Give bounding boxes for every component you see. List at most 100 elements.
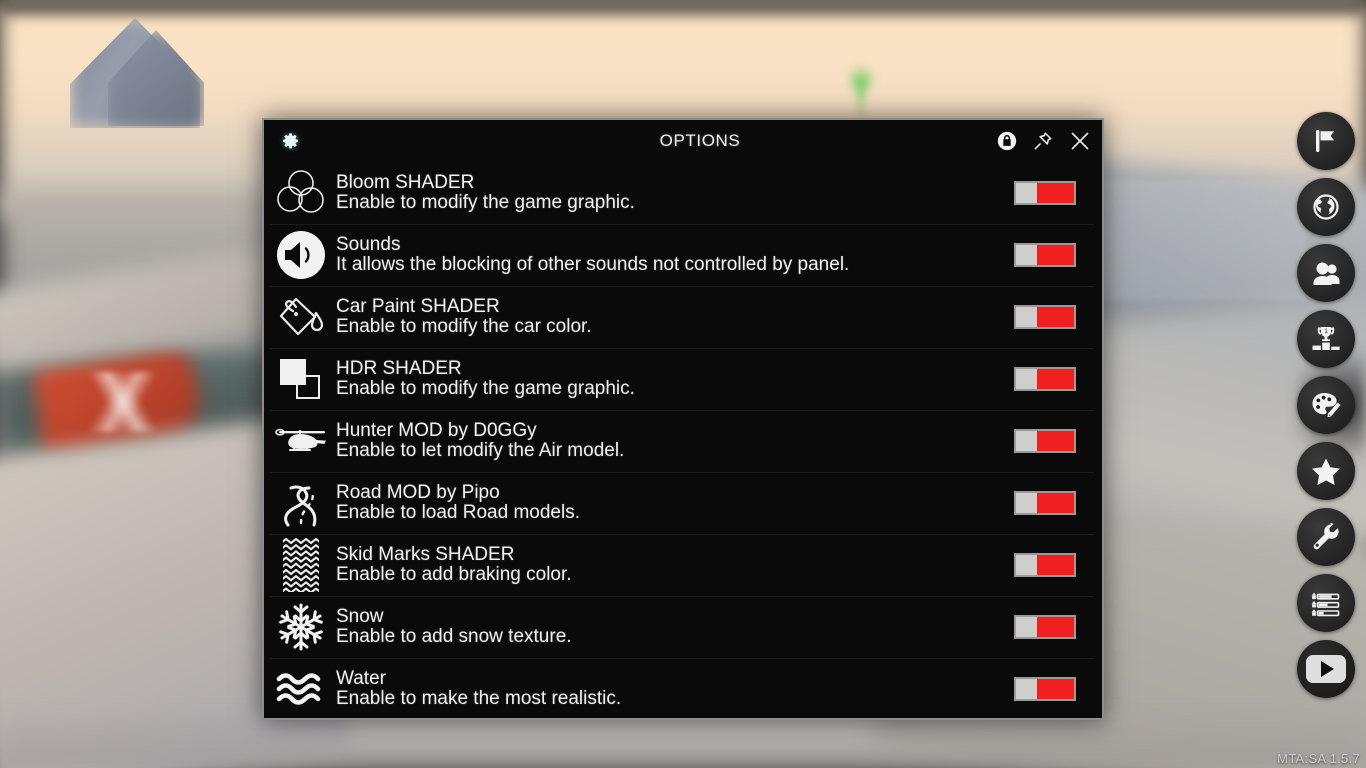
row-icon-slot: [270, 413, 332, 469]
row-description: Enable to modify the game graphic.: [336, 378, 635, 399]
row-title: Water: [336, 668, 386, 690]
toggle-knob: [1016, 369, 1037, 389]
option-row-sounds[interactable]: Sounds It allows the blocking of other s…: [264, 224, 1102, 286]
row-icon-slot: [270, 165, 332, 221]
lock-icon[interactable]: [996, 130, 1018, 152]
flag-icon: [1316, 130, 1335, 152]
row-title: Hunter MOD by D0GGy: [336, 420, 537, 442]
option-row-car-paint[interactable]: Car Paint SHADER Enable to modify the ca…: [264, 286, 1102, 348]
row-text: Car Paint SHADER Enable to modify the ca…: [332, 297, 1014, 337]
wrench-icon: [1313, 523, 1339, 550]
panel-title-bar: OPTIONS: [264, 120, 1102, 162]
speaker-icon: [277, 231, 325, 279]
row-description: Enable to add braking color.: [336, 564, 572, 585]
tire-tread-icon: [283, 538, 319, 592]
trophy-podium-icon: 1: [1312, 327, 1340, 350]
snowflake-icon: [277, 603, 325, 651]
toggle-knob: [1016, 245, 1037, 265]
row-description: Enable to load Road models.: [336, 502, 580, 523]
row-icon-slot: [270, 599, 332, 655]
row-icon-slot: [270, 227, 332, 283]
toggle-knob: [1016, 679, 1037, 699]
star-icon: [1312, 458, 1340, 485]
overlapping-squares-icon: [280, 359, 320, 399]
row-title: Sounds: [336, 234, 401, 256]
sidebar-item-flag[interactable]: [1297, 112, 1355, 170]
row-text: Hunter MOD by D0GGy Enable to let modify…: [332, 421, 1014, 461]
row-icon-slot: [270, 475, 332, 531]
option-row-skid-marks[interactable]: Skid Marks SHADER Enable to add braking …: [264, 534, 1102, 596]
toggle-knob: [1016, 431, 1037, 451]
option-row-hdr[interactable]: HDR SHADER Enable to modify the game gra…: [264, 348, 1102, 410]
row-description: Enable to modify the game graphic.: [336, 192, 635, 213]
row-text: HDR SHADER Enable to modify the game gra…: [332, 359, 1014, 399]
row-title: HDR SHADER: [336, 358, 462, 380]
right-sidebar: 1: [1294, 112, 1358, 698]
row-title: Road MOD by Pipo: [336, 482, 500, 504]
row-text: Sounds It allows the blocking of other s…: [332, 235, 1014, 275]
toggle-hdr[interactable]: [1014, 367, 1076, 391]
row-text: Water Enable to make the most realistic.: [332, 669, 1014, 709]
option-row-water[interactable]: Water Enable to make the most realistic.: [264, 658, 1102, 720]
toggle-water[interactable]: [1014, 677, 1076, 701]
sidebar-item-play[interactable]: [1297, 640, 1355, 698]
users-icon: [1313, 262, 1340, 285]
row-icon-slot: [270, 537, 332, 593]
toggle-snow[interactable]: [1014, 615, 1076, 639]
toggle-knob: [1016, 493, 1037, 513]
play-button-icon: [1306, 655, 1346, 683]
row-title: Skid Marks SHADER: [336, 544, 515, 566]
row-title: Car Paint SHADER: [336, 296, 500, 318]
pin-icon[interactable]: [1032, 130, 1054, 152]
bloom-circles-icon: [277, 170, 324, 213]
gear-icon[interactable]: [281, 132, 300, 151]
toggle-knob: [1016, 183, 1037, 203]
option-row-bloom[interactable]: Bloom SHADER Enable to modify the game g…: [264, 162, 1102, 224]
toggle-car-paint[interactable]: [1014, 305, 1076, 329]
row-text: Snow Enable to add snow texture.: [332, 607, 1014, 647]
option-row-hunter-mod[interactable]: Hunter MOD by D0GGy Enable to let modify…: [264, 410, 1102, 472]
row-description: It allows the blocking of other sounds n…: [336, 254, 850, 275]
row-description: Enable to modify the car color.: [336, 316, 592, 337]
row-title: Snow: [336, 606, 384, 628]
row-title: Bloom SHADER: [336, 172, 475, 194]
sidebar-item-leaderboard[interactable]: 1: [1297, 310, 1355, 368]
water-waves-icon: [276, 673, 321, 705]
row-icon-slot: [270, 661, 332, 717]
top-dark-band: [0, 0, 1366, 16]
version-label: MTA:SA 1.5.7: [1277, 751, 1360, 766]
option-row-road-mod[interactable]: Road MOD by Pipo Enable to load Road mod…: [264, 472, 1102, 534]
row-icon-slot: [270, 289, 332, 345]
toggle-skid-marks[interactable]: [1014, 553, 1076, 577]
toggle-bloom[interactable]: [1014, 181, 1076, 205]
row-icon-slot: [270, 351, 332, 407]
helicopter-icon: [275, 428, 326, 451]
close-icon[interactable]: [1068, 129, 1092, 153]
page-title: OPTIONS: [659, 131, 741, 150]
option-row-snow[interactable]: Snow Enable to add snow texture.: [264, 596, 1102, 658]
stats-sliders-icon: [1311, 592, 1340, 617]
paint-bucket-icon: [279, 297, 324, 336]
toggle-knob: [1016, 555, 1037, 575]
options-panel: OPTIONS Bloom SHADER Enable to modify th…: [262, 118, 1104, 720]
options-list: Bloom SHADER Enable to modify the game g…: [264, 162, 1102, 720]
sidebar-item-globe[interactable]: [1297, 178, 1355, 236]
sidebar-item-tools[interactable]: [1297, 508, 1355, 566]
globe-icon: [1313, 194, 1339, 220]
winding-road-icon: [284, 485, 317, 527]
sidebar-item-stats[interactable]: [1297, 574, 1355, 632]
row-text: Road MOD by Pipo Enable to load Road mod…: [332, 483, 1014, 523]
row-description: Enable to let modify the Air model.: [336, 440, 625, 461]
title-bar-actions: [996, 120, 1092, 162]
sidebar-item-players[interactable]: [1297, 244, 1355, 302]
sidebar-item-favorites[interactable]: [1297, 442, 1355, 500]
row-text: Bloom SHADER Enable to modify the game g…: [332, 173, 1014, 213]
toggle-road-mod[interactable]: [1014, 491, 1076, 515]
toggle-knob: [1016, 307, 1037, 327]
toggle-sounds[interactable]: [1014, 243, 1076, 267]
play-triangle: [1321, 661, 1334, 677]
sidebar-item-paint[interactable]: [1297, 376, 1355, 434]
gear-icon-slot[interactable]: [264, 132, 316, 151]
toggle-hunter-mod[interactable]: [1014, 429, 1076, 453]
white-cross-streak: [48, 372, 198, 432]
